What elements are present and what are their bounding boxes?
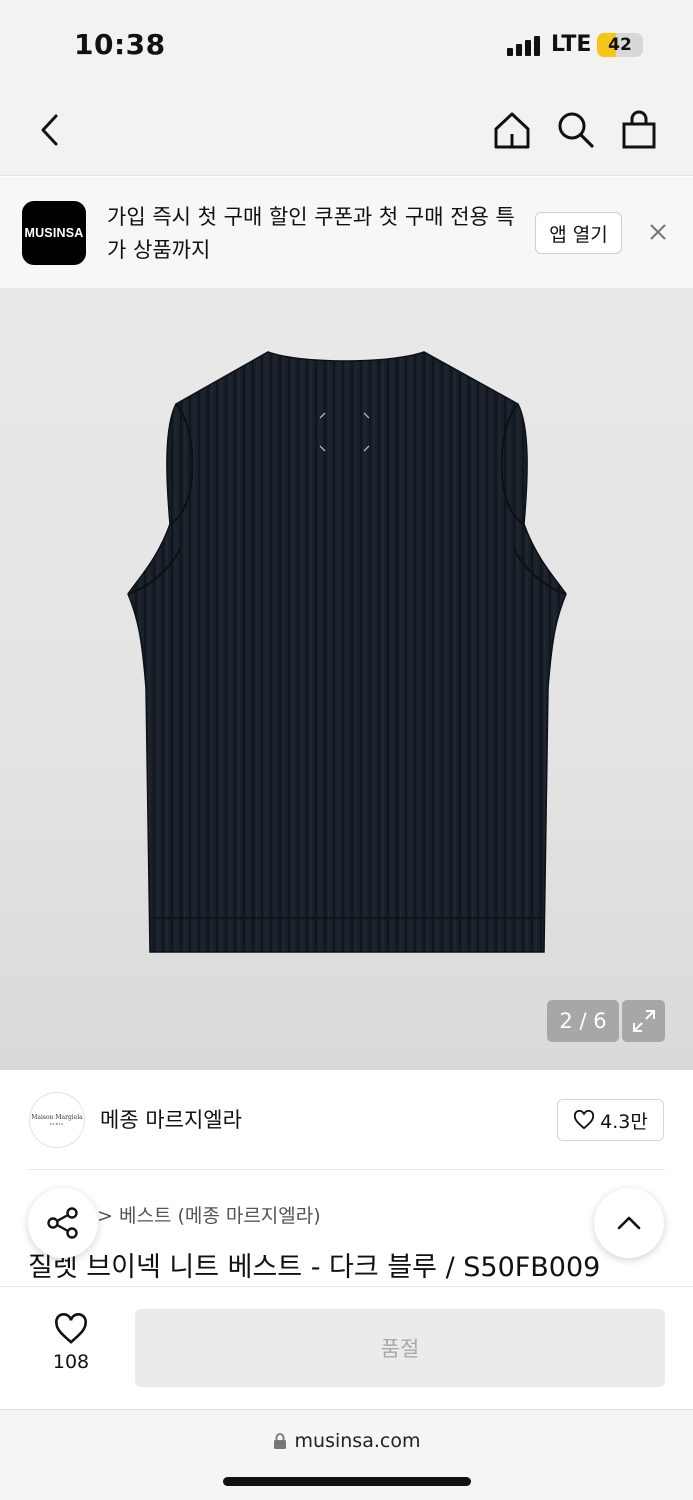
browser-url-bar: musinsa.com bbox=[0, 1409, 693, 1500]
home-icon bbox=[494, 112, 530, 149]
search-button[interactable] bbox=[553, 108, 597, 152]
signal-icon bbox=[507, 36, 540, 56]
brand-like-button[interactable]: 4.3만 bbox=[557, 1099, 664, 1141]
brand-logo-text: Maison Margiela bbox=[31, 1114, 83, 1121]
musinsa-logo: MUSINSA bbox=[22, 201, 86, 265]
promo-message: 가입 즉시 첫 구매 할인 쿠폰과 첫 구매 전용 특가 상품까지 bbox=[107, 205, 515, 262]
share-button[interactable] bbox=[28, 1188, 98, 1258]
bottom-action-bar: 108 품절 bbox=[0, 1286, 693, 1409]
product-image bbox=[127, 351, 567, 953]
shopping-bag-icon bbox=[622, 110, 656, 149]
chevron-up-icon bbox=[617, 1216, 641, 1230]
expand-image-button[interactable] bbox=[622, 1000, 665, 1042]
share-icon bbox=[47, 1207, 78, 1239]
battery-icon: 42 bbox=[597, 33, 643, 57]
home-button[interactable] bbox=[490, 108, 534, 152]
expand-icon bbox=[632, 1010, 655, 1032]
brand-row[interactable]: Maison Margiela PARIS 메종 마르지엘라 4.3만 bbox=[0, 1070, 693, 1170]
status-time: 10:38 bbox=[74, 28, 166, 61]
soldout-button[interactable]: 품절 bbox=[135, 1309, 665, 1387]
wish-button[interactable]: 108 bbox=[36, 1313, 106, 1379]
close-icon bbox=[650, 224, 666, 240]
promo-close-button[interactable] bbox=[643, 217, 673, 247]
search-icon bbox=[558, 112, 594, 148]
open-app-button[interactable]: 앱 열기 bbox=[535, 212, 622, 254]
divider bbox=[28, 1169, 665, 1170]
breadcrumb[interactable]: > 베스트 (메종 마르지엘라) bbox=[97, 1201, 321, 1228]
brand-logo-subtext: PARIS bbox=[49, 1122, 65, 1126]
scroll-top-button[interactable] bbox=[594, 1188, 664, 1258]
lock-icon bbox=[273, 1433, 286, 1449]
product-title: 질렛 브이넥 니트 베스트 - 다크 블루 / S50FB009 bbox=[28, 1252, 601, 1283]
battery-level: 42 bbox=[608, 35, 632, 55]
chevron-left-icon bbox=[41, 114, 58, 146]
wish-count: 108 bbox=[52, 1351, 90, 1373]
image-counter: 2 / 6 bbox=[547, 1000, 619, 1042]
app-promo-banner: MUSINSA 가입 즉시 첫 구매 할인 쿠폰과 첫 구매 전용 특가 상품까… bbox=[0, 177, 693, 288]
nav-bar bbox=[0, 92, 693, 176]
heart-outline-icon bbox=[574, 1110, 595, 1130]
brand-like-count: 4.3만 bbox=[600, 1110, 648, 1133]
heart-outline-icon bbox=[55, 1313, 87, 1344]
brand-logo[interactable]: Maison Margiela PARIS bbox=[29, 1092, 85, 1148]
url-field[interactable]: musinsa.com bbox=[0, 1430, 693, 1452]
cart-button[interactable] bbox=[617, 108, 661, 152]
back-button[interactable] bbox=[28, 108, 72, 152]
network-type: LTE bbox=[551, 32, 592, 57]
url-text: musinsa.com bbox=[294, 1430, 421, 1452]
home-indicator[interactable] bbox=[223, 1477, 471, 1486]
brand-name[interactable]: 메종 마르지엘라 bbox=[100, 1104, 242, 1134]
status-bar: 10:38 LTE 42 bbox=[0, 0, 693, 92]
product-image-gallery[interactable]: 2 / 6 bbox=[0, 288, 693, 1070]
